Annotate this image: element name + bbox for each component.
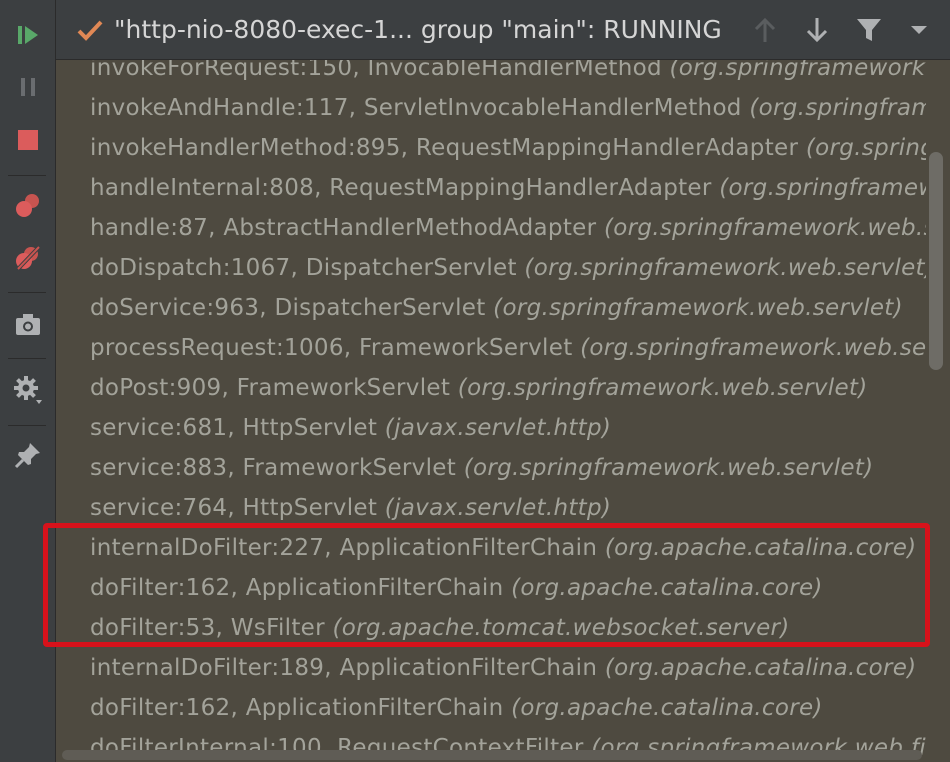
toolbar-divider	[8, 425, 46, 426]
arrow-down-icon	[806, 18, 828, 43]
frame-method-label: internalDoFilter:227, ApplicationFilterC…	[90, 535, 598, 561]
toolbar-divider	[8, 175, 46, 176]
previous-frame-button[interactable]	[748, 13, 782, 47]
frame-method-label: doService:963, DispatcherServlet	[90, 295, 486, 321]
mute-breakpoints-icon	[15, 245, 40, 271]
more-options-button[interactable]	[902, 13, 936, 47]
frame-package-label: (org.apache.catalina.core)	[511, 695, 823, 721]
frames-list-content: invokeForRequest:150, InvocableHandlerMe…	[56, 60, 926, 762]
frame-package-label: (org.springframework.web.servlet.mvc.met…	[805, 135, 926, 161]
stack-frame-row[interactable]: handle:87, AbstractHandlerMethodAdapter …	[56, 208, 926, 248]
frame-package-label: (org.springframework.web.servlet.mvc.met…	[749, 95, 926, 121]
next-frame-button[interactable]	[800, 13, 834, 47]
stack-frame-row[interactable]: doFilter:53, WsFilter (org.apache.tomcat…	[56, 608, 926, 648]
frame-method-label: invokeForRequest:150, InvocableHandlerMe…	[90, 60, 662, 81]
stack-frame-row[interactable]: service:681, HttpServlet (javax.servlet.…	[56, 408, 926, 448]
stack-frame-row[interactable]: handleInternal:808, RequestMappingHandle…	[56, 168, 926, 208]
filter-icon	[857, 19, 881, 41]
frame-method-label: processRequest:1006, FrameworkServlet	[90, 335, 573, 361]
frame-package-label: (org.springframework.web.servlet)	[457, 375, 868, 401]
pause-program-button[interactable]	[0, 67, 55, 107]
debugger-frames-panel: "http-nio-8080-exec-1... group "main": R…	[0, 0, 950, 762]
chevron-down-icon	[911, 26, 927, 34]
frame-package-label: (org.springframework.web.servlet)	[493, 295, 903, 321]
frame-package-label: (org.springframework.web.servlet.mvc.met…	[719, 175, 926, 201]
pin-tab-button[interactable]	[0, 435, 55, 475]
stack-frame-row[interactable]: doPost:909, FrameworkServlet (org.spring…	[56, 368, 926, 408]
mute-breakpoints-button[interactable]	[0, 238, 55, 278]
stop-button[interactable]	[0, 120, 55, 160]
stack-frame-row[interactable]: doService:963, DispatcherServlet (org.sp…	[56, 288, 926, 328]
stack-frame-row[interactable]: internalDoFilter:189, ApplicationFilterC…	[56, 648, 926, 688]
toolbar-divider	[8, 292, 46, 293]
get-thread-dump-button[interactable]	[0, 305, 55, 345]
stack-frame-row[interactable]: doFilter:162, ApplicationFilterChain (or…	[56, 688, 926, 728]
breakpoints-icon	[15, 194, 39, 217]
pin-icon	[14, 443, 40, 469]
stack-frame-row[interactable]: service:764, HttpServlet (javax.servlet.…	[56, 488, 926, 528]
frame-package-label: (javax.servlet.http)	[384, 415, 612, 441]
frame-package-label: (org.springframework.web.servlet)	[463, 455, 874, 481]
stack-frame-row[interactable]: service:883, FrameworkServlet (org.sprin…	[56, 448, 926, 488]
resume-program-button[interactable]	[0, 15, 55, 55]
frame-method-label: doFilter:53, WsFilter	[90, 615, 325, 641]
filter-frames-button[interactable]	[852, 13, 886, 47]
stack-frame-row[interactable]: processRequest:1006, FrameworkServlet (o…	[56, 328, 926, 368]
stack-frame-row[interactable]: internalDoFilter:227, ApplicationFilterC…	[56, 528, 926, 568]
toolbar-divider	[8, 358, 46, 359]
frame-package-label: (org.apache.catalina.core)	[511, 575, 823, 601]
frame-method-label: doFilter:162, ApplicationFilterChain	[90, 575, 504, 601]
stack-frame-row[interactable]: invokeHandlerMethod:895, RequestMappingH…	[56, 128, 926, 168]
stop-icon	[17, 130, 38, 150]
frame-method-label: handle:87, AbstractHandlerMethodAdapter	[90, 215, 597, 241]
frame-method-label: service:764, HttpServlet	[90, 495, 378, 521]
pause-icon	[20, 78, 35, 96]
frames-list[interactable]: invokeForRequest:150, InvocableHandlerMe…	[56, 60, 950, 762]
stack-frame-row[interactable]: doFilter:162, ApplicationFilterChain (or…	[56, 568, 926, 608]
frame-package-label: (org.springframework.web.method.support)	[669, 60, 926, 81]
camera-icon	[15, 314, 40, 335]
frame-method-label: service:883, FrameworkServlet	[90, 455, 457, 481]
frame-method-label: internalDoFilter:189, ApplicationFilterC…	[90, 655, 598, 681]
settings-button[interactable]	[0, 370, 55, 410]
arrow-up-icon	[754, 17, 776, 42]
resume-icon	[17, 26, 38, 44]
debug-toolbar	[0, 0, 56, 762]
frame-package-label: (org.springframework.web.servlet)	[580, 335, 926, 361]
frame-method-label: doPost:909, FrameworkServlet	[90, 375, 451, 401]
horizontal-scrollbar-thumb[interactable]	[62, 750, 922, 760]
stack-frame-row[interactable]: doDispatch:1067, DispatcherServlet (org.…	[56, 248, 926, 288]
thread-selector-bar: "http-nio-8080-exec-1... group "main": R…	[56, 0, 950, 60]
frame-package-label: (org.apache.tomcat.websocket.server)	[332, 615, 790, 641]
frame-method-label: handleInternal:808, RequestMappingHandle…	[90, 175, 712, 201]
frame-package-label: (org.apache.catalina.core)	[604, 535, 917, 561]
stack-frame-row[interactable]: invokeAndHandle:117, ServletInvocableHan…	[56, 88, 926, 128]
view-breakpoints-button[interactable]	[0, 186, 55, 226]
gear-icon	[13, 376, 42, 404]
frame-package-label: (org.springframework.web.servlet.mvc.met…	[603, 215, 926, 241]
frame-method-label: doDispatch:1067, DispatcherServlet	[90, 255, 517, 281]
stack-frame-row[interactable]: invokeForRequest:150, InvocableHandlerMe…	[56, 60, 926, 88]
vertical-scrollbar-thumb[interactable]	[929, 152, 943, 370]
frame-method-label: doFilter:162, ApplicationFilterChain	[90, 695, 504, 721]
thread-name-combobox[interactable]: "http-nio-8080-exec-1... group "main": R…	[114, 14, 722, 46]
frame-package-label: (org.springframework.web.servlet)	[524, 255, 926, 281]
frame-method-label: invokeHandlerMethod:895, RequestMappingH…	[90, 135, 799, 161]
frame-method-label: service:681, HttpServlet	[90, 415, 378, 441]
frame-package-label: (org.apache.catalina.core)	[604, 655, 917, 681]
frame-package-label: (javax.servlet.http)	[384, 495, 612, 521]
frame-method-label: invokeAndHandle:117, ServletInvocableHan…	[90, 95, 742, 121]
check-icon	[77, 20, 103, 41]
